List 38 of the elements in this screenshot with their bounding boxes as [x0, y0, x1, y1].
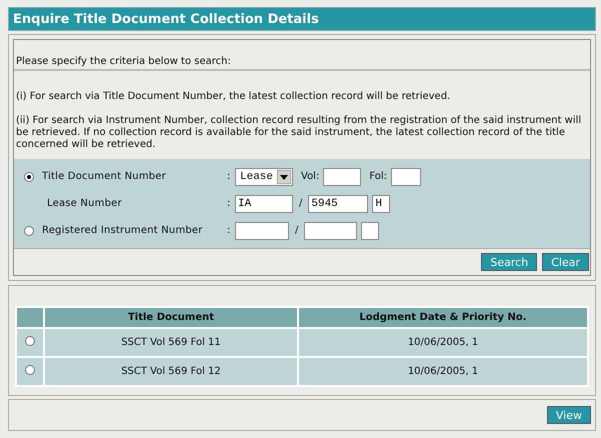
- vol-label: Vol:: [301, 171, 320, 182]
- vol-input[interactable]: [323, 168, 362, 186]
- column-header: Title Document: [45, 308, 297, 327]
- instrument-suffix-input[interactable]: [361, 222, 380, 240]
- instrument-prefix-input[interactable]: [235, 222, 289, 240]
- radio-button[interactable]: [24, 172, 34, 182]
- page-title: Enquire Title Document Collection Details: [13, 12, 319, 26]
- row-radio-button[interactable]: [25, 336, 35, 346]
- field-label: Lease Number: [47, 198, 122, 209]
- instruction-note: (i) For search via Title Document Number, the latest collection record will be retrieved.: [16, 91, 452, 103]
- colon: :: [227, 171, 232, 182]
- table-cell: 10/06/2005, 1: [299, 329, 587, 356]
- colon: :: [227, 198, 232, 209]
- instruction-prompt: Please specify the criteria below to search:: [14, 40, 590, 71]
- fol-label: Fol:: [369, 171, 388, 182]
- instruction-note: (ii) For search via Instrument Number, collection record resulting from the registration of the said instrument will be retrieved. If no collection record is available for the said instrument, the latest collection record of the title concerned will be retrieved.: [16, 115, 582, 151]
- table-cell: SSCT Vol 569 Fol 11: [45, 329, 297, 356]
- caret-icon: [277, 170, 291, 184]
- table-cell: SSCT Vol 569 Fol 12: [45, 358, 297, 385]
- fol-input[interactable]: [391, 168, 422, 186]
- column-header: Lodgment Date & Priority No.: [299, 308, 587, 327]
- clear-button[interactable]: Clear: [542, 253, 589, 271]
- field-label: Title Document Number: [42, 171, 166, 182]
- radio-button[interactable]: [24, 226, 34, 236]
- table-cell: 10/06/2005, 1: [299, 358, 587, 385]
- lease-prefix-input[interactable]: IA: [235, 194, 293, 212]
- search-button[interactable]: Search: [481, 253, 538, 271]
- row-radio-button[interactable]: [25, 365, 35, 375]
- slash: /: [295, 225, 298, 236]
- lease-suffix-input[interactable]: H: [372, 194, 390, 212]
- instrument-number-input[interactable]: [304, 222, 358, 240]
- header-cell: [17, 308, 43, 327]
- slash: /: [299, 198, 302, 209]
- view-button[interactable]: View: [546, 406, 591, 424]
- field-label: Registered Instrument Number: [42, 225, 203, 236]
- colon: :: [227, 225, 232, 236]
- type-dropdown[interactable]: Lease: [235, 168, 293, 186]
- lease-number-input[interactable]: 5945: [308, 194, 368, 212]
